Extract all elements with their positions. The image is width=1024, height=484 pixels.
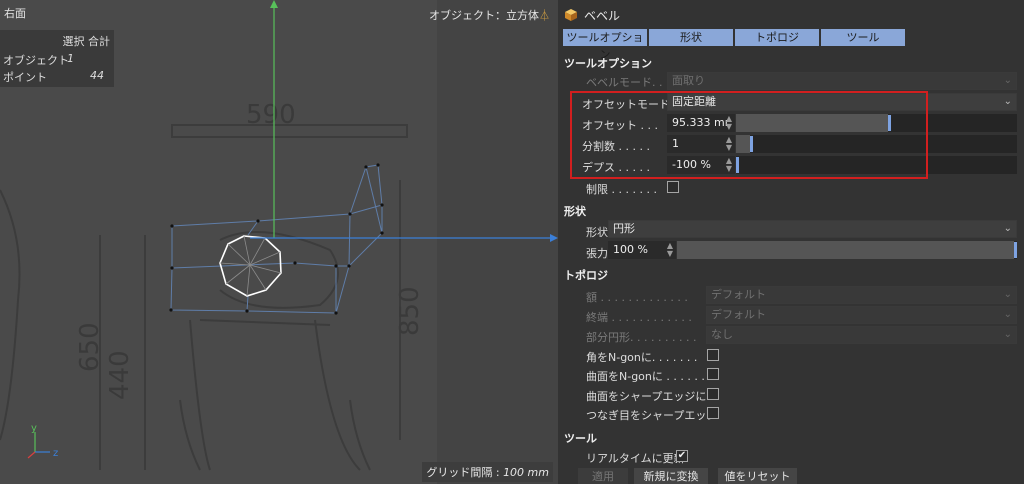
mesh-wireframe: [170, 164, 383, 314]
tension-slider-fill: [677, 241, 1014, 259]
cube-small-icon: ⏃: [539, 9, 550, 22]
dimension-590: 590: [246, 100, 296, 130]
stats-header: 選択 合計: [62, 35, 111, 48]
depth-slider-handle[interactable]: [736, 157, 739, 173]
dimension-850: 850: [395, 286, 425, 336]
tab-tool-options[interactable]: ツールオプション: [563, 29, 647, 61]
surface-ngon-checkbox[interactable]: [707, 368, 719, 380]
corner-ngon-label: 角をN-gonに. . . . . . .: [586, 351, 698, 364]
subdivision-slider[interactable]: [736, 135, 1017, 153]
grid-spacing-readout: グリッド間隔 : 100 mm: [422, 462, 553, 482]
subdivision-slider-fill: [736, 135, 750, 153]
seam-sharp-label: つなぎ目をシャープエッジ: [586, 409, 718, 422]
stats-overlay: 選択 合計 オブジェクト 1 ポイント 44: [0, 30, 114, 87]
attribute-panel: ベベル ツールオプション 形状 トポロジ ツール ツールオプション ベベルモード…: [558, 0, 1024, 484]
chevron-down-icon: ⌄: [1003, 96, 1012, 107]
end-label: 終端 . . . . . . . . . . . .: [586, 311, 692, 324]
new-transform-button[interactable]: 新規に変換: [634, 468, 708, 484]
section-topology: トポロジ: [564, 269, 608, 282]
subdivision-input[interactable]: 1 ▲ ▼: [667, 135, 735, 153]
section-tool-options: ツールオプション: [564, 57, 652, 70]
bevel-mode-label: ベベルモード. .: [586, 76, 663, 89]
subdivision-slider-handle[interactable]: [750, 136, 753, 152]
chevron-down-icon: ⌄: [1003, 309, 1012, 320]
tension-label: 張力: [586, 247, 608, 260]
offset-mode-label: オフセットモード: [582, 98, 670, 111]
section-shape: 形状: [564, 205, 586, 218]
shape-label: 形状: [586, 226, 608, 239]
bevel-tool-icon: [565, 9, 577, 21]
shape-select[interactable]: 円形 ⌄: [608, 220, 1017, 238]
chevron-down-icon: ⌄: [1003, 75, 1012, 86]
tension-slider[interactable]: [677, 241, 1017, 259]
offset-slider[interactable]: [736, 114, 1017, 132]
partial-circle-label: 部分円形. . . . . . . . . .: [586, 331, 697, 344]
tension-slider-handle[interactable]: [1014, 242, 1017, 258]
end-select: デフォルト ⌄: [706, 306, 1017, 324]
stats-row-objects: オブジェクト 1: [3, 52, 74, 67]
viewport-right-view[interactable]: 590 850 650 440 y z 右面 オブジェクト：立方体⏃ 選択 合計…: [0, 0, 558, 484]
offset-slider-handle[interactable]: [888, 115, 891, 131]
limit-checkbox[interactable]: [667, 181, 679, 193]
surface-sharp-label: 曲面をシャープエッジに. .: [586, 390, 717, 403]
mesh-points: [169, 163, 384, 315]
reset-values-button[interactable]: 値をリセット: [718, 468, 797, 484]
panel-tabs: ツールオプション 形状 トポロジ ツール: [563, 29, 905, 61]
corner-ngon-checkbox[interactable]: [707, 349, 719, 361]
axis-y-arrow-icon: [270, 0, 278, 8]
surface-ngon-label: 曲面をN-gonに . . . . . .: [586, 370, 705, 383]
orientation-gizmo-icon: y z: [27, 423, 58, 459]
tab-topology[interactable]: トポロジ: [735, 29, 819, 46]
svg-text:z: z: [53, 448, 58, 459]
stats-row-points: ポイント 44: [3, 69, 104, 84]
tension-input[interactable]: 100 % ▲ ▼: [608, 241, 676, 259]
section-tool: ツール: [564, 432, 597, 445]
chevron-down-icon: ⌄: [1003, 329, 1012, 340]
chevron-down-icon: ⌄: [1003, 289, 1012, 300]
svg-text:y: y: [31, 423, 37, 434]
realtime-checkbox[interactable]: ✔: [676, 450, 688, 462]
subdivision-label: 分割数 . . . . .: [582, 140, 650, 153]
depth-slider[interactable]: [736, 156, 1017, 174]
depth-label: デプス . . . . .: [582, 161, 650, 174]
dimension-440: 440: [105, 350, 135, 400]
object-label: オブジェクト：立方体⏃: [429, 9, 550, 22]
dimension-650: 650: [75, 322, 105, 372]
limit-label: 制限 . . . . . . .: [586, 183, 657, 196]
offset-input[interactable]: 95.333 mr ▲ ▼: [667, 114, 735, 132]
tab-shape[interactable]: 形状: [649, 29, 733, 46]
seam-sharp-checkbox[interactable]: [707, 407, 719, 419]
spinner-icon[interactable]: ▲ ▼: [726, 115, 732, 131]
blueprint-dimensions: 590 850 650 440: [75, 100, 425, 400]
spinner-icon[interactable]: ▲ ▼: [726, 136, 732, 152]
viewport-side-strip: [437, 0, 558, 484]
corner-label: 額 . . . . . . . . . . . . .: [586, 291, 688, 304]
realtime-label: リアルタイムに更新: [586, 452, 685, 465]
tab-tool[interactable]: ツール: [821, 29, 905, 46]
corner-select: デフォルト ⌄: [706, 286, 1017, 304]
chevron-down-icon: ⌄: [1003, 223, 1012, 234]
surface-sharp-checkbox[interactable]: [707, 388, 719, 400]
view-name: 右面: [4, 7, 26, 20]
apply-button[interactable]: 適用: [578, 468, 628, 484]
partial-circle-select: なし ⌄: [706, 326, 1017, 344]
offset-mode-select[interactable]: 固定距離 ⌄: [667, 93, 1017, 111]
depth-input[interactable]: -100 % ▲ ▼: [667, 156, 735, 174]
offset-label: オフセット . . .: [582, 119, 658, 132]
bevel-mode-select: 面取り ⌄: [667, 72, 1017, 90]
offset-slider-fill: [736, 114, 888, 132]
spinner-icon[interactable]: ▲ ▼: [726, 157, 732, 173]
blueprint-image: [0, 124, 408, 471]
spinner-icon[interactable]: ▲ ▼: [667, 242, 673, 258]
panel-title: ベベル: [564, 6, 620, 24]
